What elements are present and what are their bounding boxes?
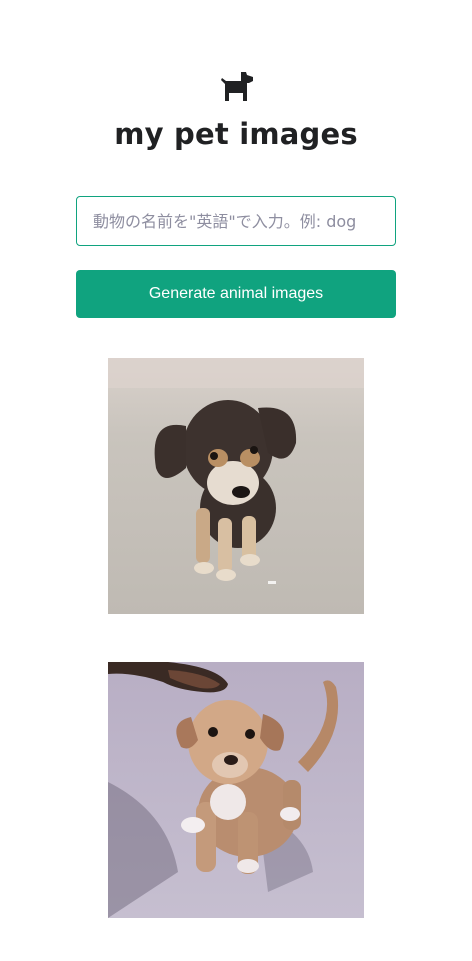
dog-icon [221, 72, 253, 101]
generate-button[interactable]: Generate animal images [76, 270, 396, 318]
page: my pet images Generate animal images [0, 0, 472, 961]
page-title: my pet images [114, 117, 358, 151]
generated-image [108, 662, 364, 918]
animal-name-input[interactable] [76, 196, 396, 246]
puppy-photo [108, 662, 364, 918]
puppy-photo [108, 358, 364, 614]
generated-image [108, 358, 364, 614]
